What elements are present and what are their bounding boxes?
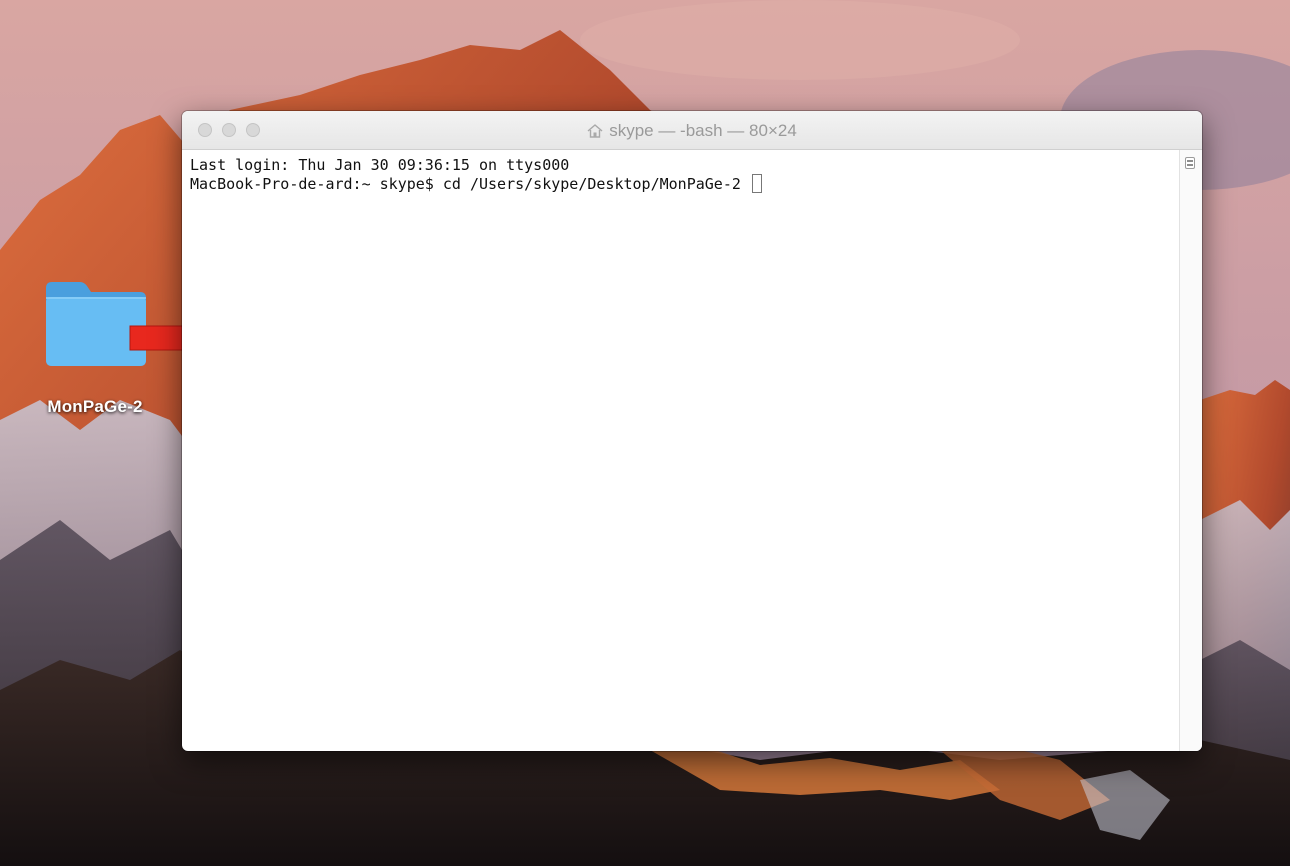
terminal-line: MacBook-Pro-de-ard:~ skype$ cd /Users/sk…: [190, 174, 1172, 193]
window-title: skype — -bash — 80×24: [182, 121, 1202, 141]
terminal-window[interactable]: skype — -bash — 80×24 Last login: Thu Ja…: [182, 111, 1202, 751]
home-icon: [587, 124, 603, 138]
terminal-output[interactable]: Last login: Thu Jan 30 09:36:15 on ttys0…: [182, 150, 1180, 751]
desktop: MonPaGe-2 skype — -bash — 80×24 Last log…: [0, 0, 1290, 866]
scroll-marker-icon[interactable]: [1185, 157, 1195, 169]
terminal-line: Last login: Thu Jan 30 09:36:15 on ttys0…: [190, 156, 570, 174]
command-line-text: MacBook-Pro-de-ard:~ skype$ cd /Users/sk…: [190, 175, 750, 193]
folder-label: MonPaGe-2: [47, 397, 143, 416]
text-cursor: [751, 174, 762, 193]
scrollbar[interactable]: [1179, 150, 1202, 751]
title-bar[interactable]: skype — -bash — 80×24: [182, 111, 1202, 150]
window-title-text: skype — -bash — 80×24: [609, 121, 797, 140]
